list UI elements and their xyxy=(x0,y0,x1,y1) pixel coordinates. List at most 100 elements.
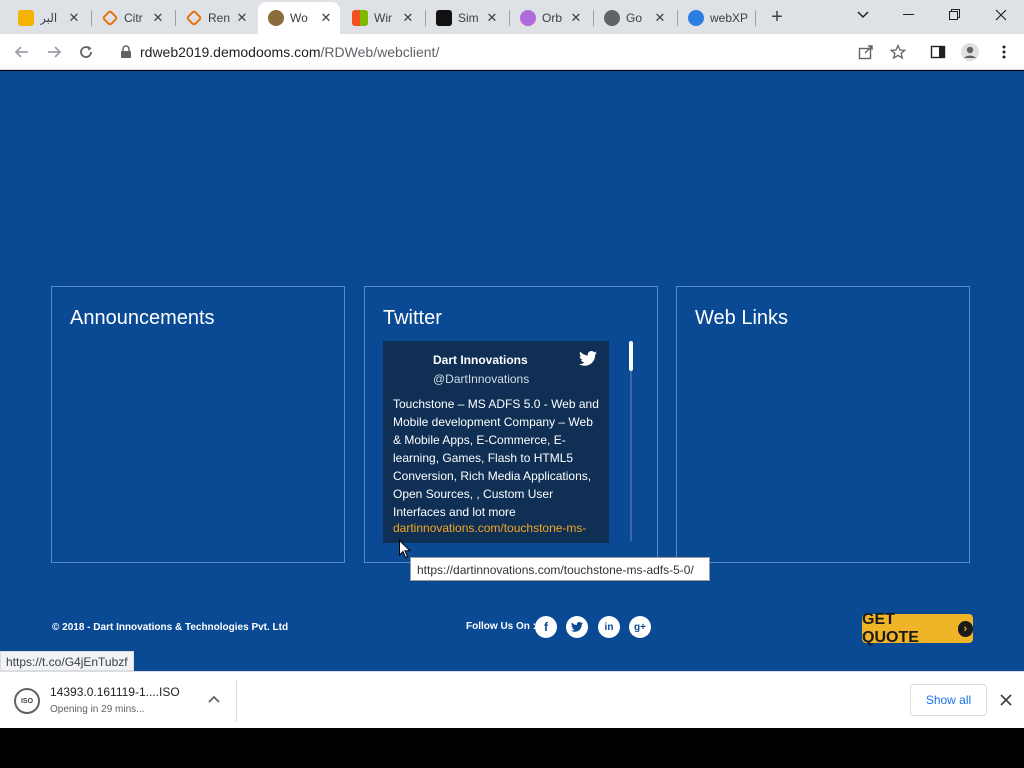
address-bar[interactable]: rdweb2019.demodooms.com/RDWeb/webclient/ xyxy=(110,38,918,66)
tab-close-icon[interactable]: ✕ xyxy=(234,10,250,26)
follow-us-label: Follow Us On : xyxy=(466,621,536,632)
lock-icon xyxy=(121,45,131,58)
tab-title: البر xyxy=(40,11,58,25)
tweet-text: Touchstone – MS ADFS 5.0 - Web and Mobil… xyxy=(393,397,599,519)
arrow-left-icon xyxy=(14,46,28,58)
gear-icon xyxy=(268,10,284,26)
arrow-right-icon: › xyxy=(957,620,973,637)
tab-title: Sim xyxy=(458,11,479,25)
twitter-heading: Twitter xyxy=(383,307,442,329)
tab-title: Ren xyxy=(208,11,231,25)
tweet-link[interactable]: dartinnovations.com/touchstone-ms- xyxy=(393,521,603,535)
tab-8[interactable]: webXP xyxy=(678,4,758,32)
tab-4[interactable]: Wir ✕ xyxy=(342,4,422,32)
url-path: /RDWeb/webclient/ xyxy=(320,44,440,60)
twitter-panel: Twitter Dart Innovations @DartInnovation… xyxy=(364,286,658,563)
share-button[interactable] xyxy=(852,38,880,66)
restore-icon xyxy=(949,9,960,20)
twitter-icon[interactable] xyxy=(566,616,588,638)
tab-close-icon[interactable]: ✕ xyxy=(400,10,416,26)
mouse-cursor-icon xyxy=(399,540,411,559)
minimize-icon xyxy=(903,14,914,15)
site-icon xyxy=(436,10,452,26)
chevron-up-icon[interactable] xyxy=(206,692,222,708)
footer-copyright: © 2018 - Dart Innovations & Technologies… xyxy=(52,622,289,633)
menu-button[interactable] xyxy=(990,38,1018,66)
iso-file-icon: ISO xyxy=(14,688,40,714)
tab-strip: البر ✕ Citr ✕ Ren ✕ Wo ✕ Wir ✕ Sim ✕ Orb… xyxy=(0,0,1024,34)
side-panel-button[interactable] xyxy=(924,38,952,66)
tab-6[interactable]: Orb ✕ xyxy=(510,4,590,32)
announcements-panel: Announcements xyxy=(51,286,345,563)
webxp-icon xyxy=(688,10,704,26)
minimize-button[interactable] xyxy=(886,0,932,30)
tab-close-icon[interactable]: ✕ xyxy=(568,10,584,26)
tab-close-icon[interactable]: ✕ xyxy=(150,10,166,26)
tab-title: webXP xyxy=(710,11,749,25)
link-tooltip: https://dartinnovations.com/touchstone-m… xyxy=(410,557,710,581)
google-plus-icon[interactable]: g+ xyxy=(629,616,651,638)
screen-bottom-bar xyxy=(0,728,1024,768)
reload-button[interactable] xyxy=(72,38,100,66)
announcements-heading: Announcements xyxy=(70,307,215,329)
tab-title: Wir xyxy=(374,11,392,25)
tab-3-active[interactable]: Wo ✕ xyxy=(258,2,340,34)
arrow-right-icon xyxy=(48,46,62,58)
linkedin-icon[interactable]: in xyxy=(598,616,620,638)
tab-close-icon[interactable]: ✕ xyxy=(318,10,334,26)
tab-2[interactable]: Ren ✕ xyxy=(176,4,256,32)
avatar-icon xyxy=(961,43,979,61)
url-host: rdweb2019.demodooms.com xyxy=(140,44,321,60)
weblinks-panel: Web Links xyxy=(676,286,970,563)
tab-close-icon[interactable]: ✕ xyxy=(66,10,82,26)
tab-5[interactable]: Sim ✕ xyxy=(426,4,506,32)
download-status: Opening in 29 mins... xyxy=(50,704,145,715)
tab-title: Wo xyxy=(290,11,308,25)
twitter-glyph-icon xyxy=(571,622,583,632)
bookmark-button[interactable] xyxy=(884,38,912,66)
close-icon xyxy=(1000,694,1012,706)
weblinks-heading: Web Links xyxy=(695,307,789,329)
tweet-scrollbar-thumb[interactable] xyxy=(629,341,633,371)
web-page: Announcements Twitter Dart Innovations @… xyxy=(0,71,1024,671)
tweet-author[interactable]: Dart Innovations xyxy=(433,353,528,367)
tweet-handle[interactable]: @DartInnovations xyxy=(433,372,529,386)
side-panel-icon xyxy=(930,45,946,59)
forward-button[interactable] xyxy=(40,38,68,66)
tab-close-icon[interactable]: ✕ xyxy=(484,10,500,26)
reload-icon xyxy=(80,46,92,58)
orb-icon xyxy=(520,10,536,26)
tab-7[interactable]: Go ✕ xyxy=(594,4,674,32)
download-filename: 14393.0.161119-1....ISO xyxy=(50,685,180,699)
facebook-icon[interactable]: f xyxy=(535,616,557,638)
browser-window: البر ✕ Citr ✕ Ren ✕ Wo ✕ Wir ✕ Sim ✕ Orb… xyxy=(0,0,1024,768)
download-item[interactable]: ISO 14393.0.161119-1....ISO Opening in 2… xyxy=(14,684,236,718)
profile-button[interactable] xyxy=(956,38,984,66)
globe-icon xyxy=(604,10,620,26)
url-text: rdweb2019.demodooms.com/RDWeb/webclient/ xyxy=(140,44,439,60)
tab-favicon-icon xyxy=(18,10,34,26)
tag-icon xyxy=(185,9,203,27)
close-downloads-button[interactable] xyxy=(996,690,1016,710)
tab-close-icon[interactable]: ✕ xyxy=(652,10,668,26)
tab-search-button[interactable] xyxy=(840,0,886,30)
tab-title: Go xyxy=(626,11,643,25)
chevron-down-icon xyxy=(857,11,869,19)
close-icon xyxy=(995,9,1007,21)
twitter-bird-icon[interactable] xyxy=(579,351,597,366)
tab-title: Orb xyxy=(542,11,563,25)
show-all-button[interactable]: Show all xyxy=(910,684,987,716)
tweet-card[interactable]: Dart Innovations @DartInnovations Touchs… xyxy=(383,341,609,543)
tweet-scroll-track[interactable] xyxy=(630,341,632,541)
get-quote-button[interactable]: GET QUOTE › xyxy=(862,611,973,646)
browser-toolbar: rdweb2019.demodooms.com/RDWeb/webclient/ xyxy=(0,34,1024,70)
close-window-button[interactable] xyxy=(978,0,1024,30)
status-bar-url: https://t.co/G4jEnTubzf xyxy=(0,651,134,671)
back-button[interactable] xyxy=(8,38,36,66)
tab-0[interactable]: البر ✕ xyxy=(8,4,88,32)
tag-icon xyxy=(101,9,119,27)
tab-1[interactable]: Citr ✕ xyxy=(92,4,172,32)
get-quote-label: GET QUOTE xyxy=(862,610,919,646)
restore-button[interactable] xyxy=(932,0,978,30)
new-tab-button[interactable]: + xyxy=(766,6,788,28)
